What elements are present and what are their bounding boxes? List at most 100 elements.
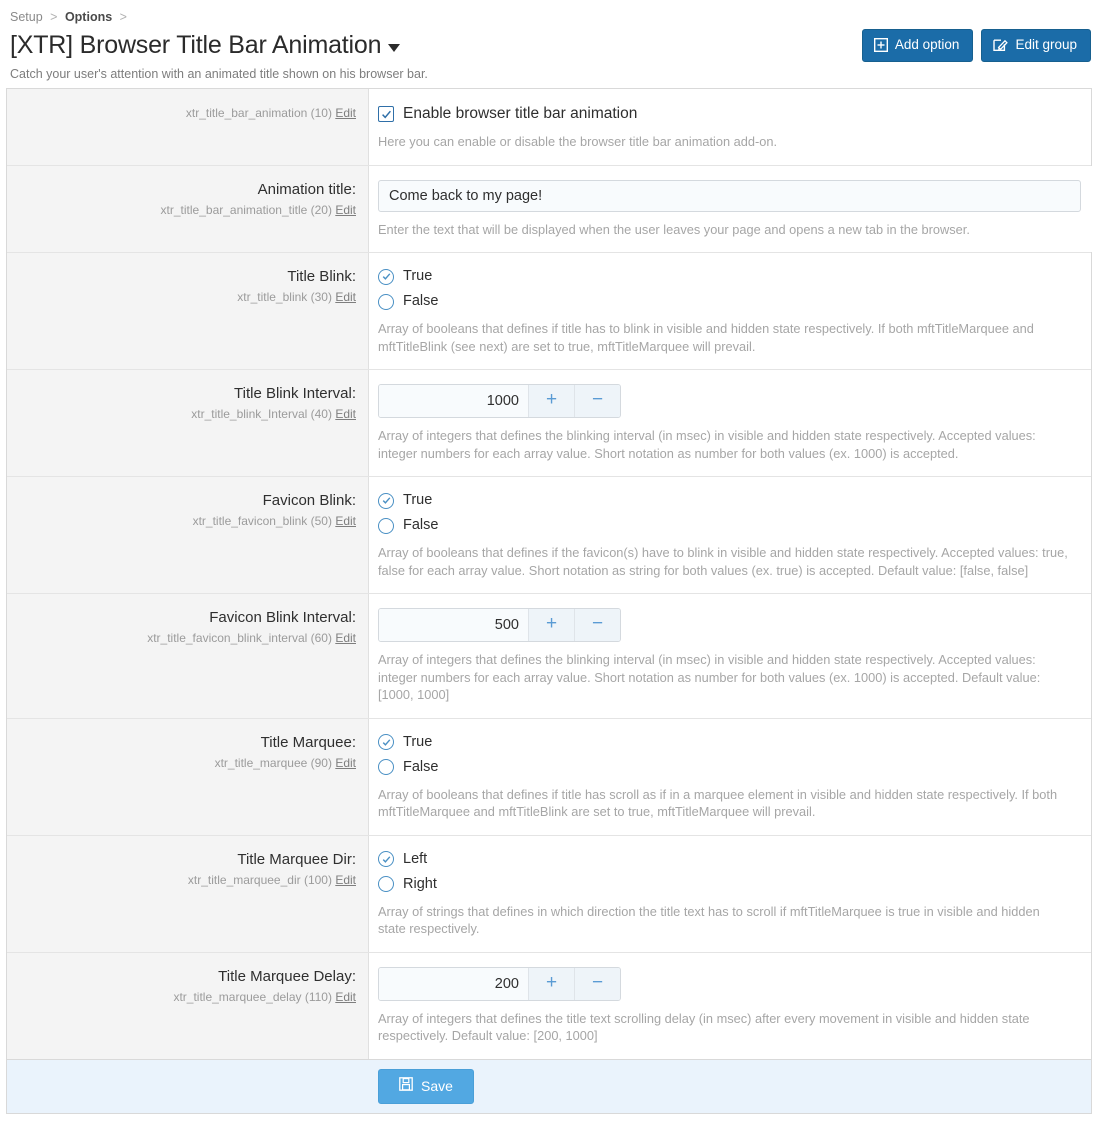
option-key: xtr_title_favicon_blink (50) bbox=[192, 514, 332, 528]
radio-label[interactable]: True bbox=[403, 267, 432, 286]
radio-option[interactable]: False bbox=[378, 292, 1071, 311]
option-key-row: xtr_title_marquee_delay (110) Edit bbox=[17, 989, 356, 1006]
option-label: Title Marquee Dir: bbox=[237, 850, 356, 868]
radio-option[interactable]: True bbox=[378, 733, 1071, 752]
radio-button[interactable] bbox=[378, 734, 394, 750]
option-row: Title Marquee Delay: xtr_title_marquee_de… bbox=[7, 952, 1091, 1059]
option-key-row: xtr_title_marquee (90) Edit bbox=[17, 755, 356, 772]
option-field-column: True False Array of booleans that defines … bbox=[369, 718, 1091, 835]
option-key: xtr_title_bar_animation_title (20) bbox=[160, 202, 332, 217]
stepper-increment-button[interactable]: + bbox=[528, 385, 574, 417]
radio-option[interactable]: Right bbox=[378, 875, 1071, 894]
option-row: xtr_title_bar_animation (10) Edit Enable … bbox=[7, 89, 1091, 166]
radio-label[interactable]: Right bbox=[403, 875, 437, 894]
page-title: [XTR] Browser Title Bar Animation bbox=[10, 31, 382, 59]
radio-label[interactable]: Left bbox=[403, 850, 427, 869]
number-stepper: +− bbox=[378, 608, 621, 642]
option-help-text: Array of integers that defines the blink… bbox=[378, 428, 1036, 461]
stepper-input[interactable] bbox=[379, 385, 528, 417]
breadcrumb-item-setup[interactable]: Setup bbox=[10, 10, 43, 24]
option-key-row: xtr_title_favicon_blink_interval (60) Ed… bbox=[17, 630, 356, 647]
radio-button[interactable] bbox=[378, 876, 394, 892]
option-edit-link[interactable]: Edit bbox=[335, 290, 356, 304]
radio-option[interactable]: True bbox=[378, 491, 1071, 510]
option-key: xtr_title_marquee_delay (110) bbox=[173, 989, 332, 1004]
animation-title-input[interactable] bbox=[378, 179, 1081, 212]
radio-button[interactable] bbox=[378, 492, 394, 509]
option-key: xtr_title_marquee (90) bbox=[214, 755, 332, 770]
option-label-column: Title Blink Interval: xtr_title_blink_Int… bbox=[7, 370, 369, 476]
radio-option[interactable]: Left bbox=[378, 850, 1071, 869]
option-row: Animation title: xtr_title_bar_animation_… bbox=[7, 165, 1098, 253]
option-label: Favicon Blink: bbox=[262, 492, 356, 509]
option-label-column: Title Blink: xtr_title_blink (30) Edit bbox=[7, 253, 369, 369]
save-button-label: Save bbox=[421, 1077, 453, 1094]
option-edit-link[interactable]: Edit bbox=[335, 990, 356, 1004]
option-label-column: Title Marquee Dir: xtr_title_marquee_dir … bbox=[7, 835, 369, 952]
option-edit-link[interactable]: Edit bbox=[335, 106, 356, 120]
checkbox-line: Enable browser title bar animation bbox=[378, 104, 1071, 124]
edit-group-button-label: Edit group bbox=[1015, 37, 1077, 52]
stepper-decrement-button[interactable]: − bbox=[574, 609, 620, 641]
option-label: Title Blink: bbox=[287, 268, 356, 285]
option-edit-link[interactable]: Edit bbox=[335, 203, 356, 217]
radio-button[interactable] bbox=[378, 268, 394, 285]
chevron-down-icon[interactable] bbox=[388, 44, 401, 52]
option-row: Favicon Blink: xtr_title_favicon_blink (5… bbox=[7, 477, 1091, 594]
add-option-button[interactable]: Add option bbox=[861, 29, 974, 62]
radio-option[interactable]: False bbox=[378, 516, 1071, 535]
option-label-column: xtr_title_bar_animation (10) Edit bbox=[7, 89, 369, 165]
radio-button[interactable] bbox=[378, 517, 394, 534]
radio-label[interactable]: True bbox=[403, 491, 432, 510]
radio-option[interactable]: True bbox=[378, 267, 1071, 286]
option-key-row: xtr_title_bar_animation_title (20) Edit bbox=[17, 202, 356, 219]
radio-label[interactable]: False bbox=[403, 292, 438, 311]
option-label: Animation title: bbox=[257, 180, 356, 198]
option-edit-link[interactable]: Edit bbox=[335, 756, 356, 770]
option-help-text: Here you can enable or disable the brows… bbox=[378, 134, 778, 149]
option-help-text: Array of strings that defines in which d… bbox=[378, 903, 1040, 937]
option-row: Favicon Blink Interval: xtr_title_favicon… bbox=[7, 594, 1091, 719]
option-help-text: Enter the text that will be displayed wh… bbox=[378, 221, 970, 237]
stepper-decrement-button[interactable]: − bbox=[574, 385, 620, 417]
option-key-row: xtr_title_bar_animation (10) Edit bbox=[17, 105, 356, 122]
option-field-column: +− Array of integers that defines the bli… bbox=[369, 594, 1091, 718]
stepper-input[interactable] bbox=[379, 609, 528, 641]
header-actions: Add option Edit group bbox=[861, 29, 1091, 62]
option-field-column: Left Right Array of strings that defines i… bbox=[369, 835, 1091, 952]
stepper-increment-button[interactable]: + bbox=[528, 967, 574, 1000]
option-label-column: Title Marquee: xtr_title_marquee (90) Edi… bbox=[7, 718, 369, 835]
checkbox-label[interactable]: Enable browser title bar animation bbox=[403, 104, 637, 124]
option-label: Title Marquee Delay: bbox=[218, 967, 356, 985]
option-edit-link[interactable]: Edit bbox=[335, 631, 356, 645]
option-field-column: Enter the text that will be displayed wh… bbox=[369, 165, 1098, 252]
radio-button[interactable] bbox=[378, 293, 394, 310]
add-option-button-label: Add option bbox=[894, 37, 960, 52]
radio-label[interactable]: False bbox=[403, 516, 438, 535]
option-edit-link[interactable]: Edit bbox=[335, 873, 356, 887]
stepper-increment-button[interactable]: + bbox=[528, 609, 574, 641]
option-label-column: Favicon Blink: xtr_title_favicon_blink (5… bbox=[7, 477, 369, 593]
radio-option[interactable]: False bbox=[378, 758, 1071, 777]
options-row-list: xtr_title_bar_animation (10) Edit Enable … bbox=[7, 89, 1098, 1059]
save-button[interactable]: Save bbox=[378, 1068, 474, 1104]
breadcrumb-item-options[interactable]: Options bbox=[65, 10, 112, 24]
edit-group-button[interactable]: Edit group bbox=[981, 29, 1091, 62]
option-label: Favicon Blink Interval: bbox=[209, 609, 356, 626]
radio-label[interactable]: False bbox=[403, 758, 438, 777]
stepper-input[interactable] bbox=[379, 967, 528, 1000]
floppy-disk-icon bbox=[399, 1076, 413, 1095]
option-help-text: Array of booleans that defines if the fa… bbox=[378, 545, 1068, 578]
radio-button[interactable] bbox=[378, 759, 394, 775]
radio-button[interactable] bbox=[378, 851, 394, 867]
option-row: Title Blink: xtr_title_blink (30) Edit Tru… bbox=[7, 253, 1091, 370]
pencil-square-icon bbox=[993, 38, 1009, 52]
option-help-text: Array of integers that defines the title… bbox=[378, 1010, 1030, 1044]
option-label: Title Blink Interval: bbox=[234, 385, 356, 402]
option-edit-link[interactable]: Edit bbox=[335, 407, 356, 421]
option-edit-link[interactable]: Edit bbox=[335, 514, 356, 528]
panel-footer: Save bbox=[7, 1058, 1091, 1113]
enable-animation-checkbox[interactable] bbox=[378, 106, 394, 122]
radio-label[interactable]: True bbox=[403, 733, 432, 752]
stepper-decrement-button[interactable]: − bbox=[574, 967, 620, 1000]
